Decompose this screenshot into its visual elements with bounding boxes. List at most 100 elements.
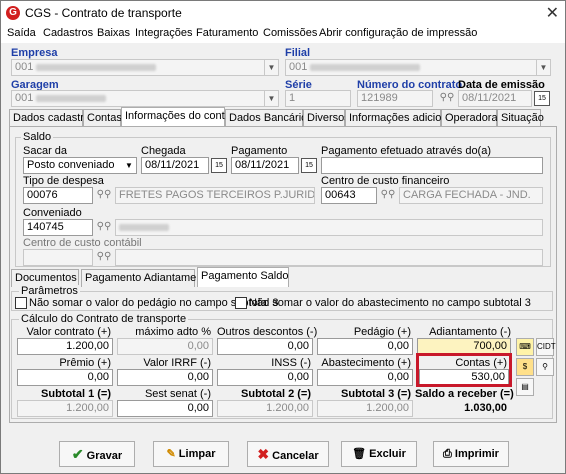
menu-integracoes[interactable]: Integrações: [135, 27, 192, 39]
menu-abrir-config[interactable]: Abrir configuração de impressão: [319, 27, 477, 39]
pagamento-label: Pagamento: [231, 145, 288, 157]
valor-irrf-label: Valor IRRF (-): [143, 357, 211, 369]
gravar-button[interactable]: ✔ Gravar: [59, 441, 135, 467]
calculator-icon[interactable]: ⌨: [516, 338, 534, 356]
chevron-down-icon[interactable]: ▼: [264, 60, 278, 75]
calendar-icon[interactable]: 15: [534, 91, 550, 106]
pedagio-label: Pedágio (+): [353, 326, 411, 338]
saldo-receber-label: Saldo a receber (=): [415, 388, 514, 400]
subtab-pagamento-adiantamento[interactable]: Pagamento Adiantamento: [81, 269, 212, 287]
centro-fin-code[interactable]: 00643: [321, 187, 377, 204]
outros-descontos-label: Outros descontos (-): [217, 326, 318, 338]
centro-contabil-label: Centro de custo contábil: [23, 237, 142, 249]
tipo-despesa-code[interactable]: 00076: [23, 187, 93, 204]
tab-informacoes-adicionais[interactable]: Informações adicionais: [345, 109, 462, 127]
tipo-despesa-desc: FRETES PAGOS TERCEIROS P.JURIDICA: [115, 187, 315, 204]
subtab-pagamento-saldo[interactable]: Pagamento Saldo: [197, 267, 289, 287]
conveniado-label: Conveniado: [23, 207, 82, 219]
maximo-adto-input: 0,00: [117, 338, 213, 355]
binoculars-icon[interactable]: ⚲⚲: [95, 187, 113, 204]
menu-saida[interactable]: Saída: [7, 27, 36, 39]
premio-input[interactable]: 0,00: [17, 369, 113, 386]
empresa-select[interactable]: 001 ▼: [11, 59, 279, 76]
chevron-down-icon[interactable]: ▼: [122, 158, 136, 173]
valor-contrato-input[interactable]: 1.200,00: [17, 338, 113, 355]
imprimir-button[interactable]: ⎙ Imprimir: [433, 441, 509, 467]
trash-icon: 🗑: [352, 448, 367, 460]
chevron-down-icon[interactable]: ▼: [264, 91, 278, 106]
menu-cadastros[interactable]: Cadastros: [43, 27, 93, 39]
chegada-label: Chegada: [141, 145, 186, 157]
maximo-adto-label: máximo adto %: [135, 326, 211, 338]
numero-contrato-input[interactable]: 121989: [357, 90, 433, 107]
centro-contabil-desc: [115, 249, 543, 266]
valor-contrato-label: Valor contrato (+): [26, 326, 111, 338]
parametros-label: Parâmetros: [19, 285, 80, 297]
tab-dados-bancarios[interactable]: Dados Bancários: [225, 109, 313, 127]
nao-somar-abastecimento-label: Não somar o valor do abastecimento no ca…: [249, 297, 531, 309]
conveniado-code[interactable]: 140745: [23, 219, 93, 236]
inss-input[interactable]: 0,00: [217, 369, 313, 386]
serie-input[interactable]: 1: [285, 90, 351, 107]
cash-icon[interactable]: $: [516, 358, 534, 376]
sest-senat-input[interactable]: 0,00: [117, 400, 213, 417]
calendar-icon[interactable]: 15: [211, 158, 227, 173]
empresa-label: Empresa: [11, 47, 58, 59]
check-icon: ✔: [71, 446, 84, 462]
pag-efetuado-input[interactable]: [321, 157, 543, 174]
cidt-icon[interactable]: CIDT: [536, 338, 556, 356]
app-logo-icon: G: [6, 6, 20, 20]
window-title: CGS - Contrato de transporte: [25, 6, 182, 20]
tab-contas[interactable]: Contas: [83, 109, 122, 127]
abastecimento-input[interactable]: 0,00: [317, 369, 413, 386]
filial-label: Filial: [285, 47, 311, 59]
data-emissao-input[interactable]: 08/11/2021: [458, 90, 532, 107]
pedagio-input[interactable]: 0,00: [317, 338, 413, 355]
tab-operadoras[interactable]: Operadoras: [441, 109, 503, 127]
tab-situacao[interactable]: Situação: [497, 109, 544, 127]
valor-irrf-input[interactable]: 0,00: [117, 369, 213, 386]
binoculars-icon[interactable]: ⚲⚲: [379, 187, 397, 204]
magnifier-icon[interactable]: ⚲: [536, 358, 554, 376]
subtotal3-input: 1.200,00: [317, 400, 413, 417]
abastecimento-label: Abastecimento (+): [321, 357, 411, 369]
nao-somar-abastecimento-checkbox[interactable]: [235, 297, 247, 309]
binoculars-icon[interactable]: ⚲⚲: [95, 249, 113, 266]
menu-faturamento[interactable]: Faturamento: [196, 27, 258, 39]
menu-baixas[interactable]: Baixas: [97, 27, 130, 39]
app-window: G CGS - Contrato de transporte ✕ Saída C…: [0, 0, 566, 474]
centro-fin-label: Centro de custo financeiro: [321, 175, 450, 187]
calculo-label: Cálculo do Contrato de transporte: [19, 313, 189, 325]
sest-senat-label: Sest senat (-): [144, 388, 211, 400]
binoculars-icon[interactable]: ⚲⚲: [95, 219, 113, 236]
tipo-despesa-label: Tipo de despesa: [23, 175, 104, 187]
tab-diversos[interactable]: Diversos: [303, 109, 350, 127]
nao-somar-pedagio-checkbox[interactable]: [15, 297, 27, 309]
adiantamento-label: Adiantamento (-): [429, 326, 511, 338]
conveniado-desc: [115, 219, 543, 236]
sacar-select[interactable]: Posto conveniado ▼: [23, 157, 137, 174]
excluir-button[interactable]: 🗑 Excluir: [341, 441, 417, 467]
x-icon: ✖: [257, 446, 270, 462]
cancelar-button[interactable]: ✖ Cancelar: [247, 441, 329, 467]
inss-label: INSS (-): [271, 357, 311, 369]
tab-informacoes-contrato[interactable]: Informações do contrato: [121, 107, 244, 127]
contas-highlight: [416, 353, 512, 387]
garagem-select[interactable]: 001 ▼: [11, 90, 279, 107]
outros-descontos-input[interactable]: 0,00: [217, 338, 313, 355]
documents-icon[interactable]: ▤: [516, 378, 534, 396]
saldo-receber-value: 1.030,00: [417, 400, 511, 417]
centro-contabil-code[interactable]: [23, 249, 93, 266]
chevron-down-icon[interactable]: ▼: [536, 60, 550, 75]
pagamento-input[interactable]: 08/11/2021: [231, 157, 299, 174]
subtotal2-input: 1.200,00: [217, 400, 313, 417]
tab-dados-cadastrais[interactable]: Dados cadastrais: [9, 109, 98, 127]
close-icon[interactable]: ✕: [546, 3, 559, 23]
centro-fin-desc: CARGA FECHADA - JND.: [399, 187, 543, 204]
limpar-button[interactable]: ✎ Limpar: [153, 441, 229, 467]
menu-comissoes[interactable]: Comissões: [263, 27, 317, 39]
calendar-icon[interactable]: 15: [301, 158, 317, 173]
filial-select[interactable]: 001 ▼: [285, 59, 551, 76]
chegada-input[interactable]: 08/11/2021: [141, 157, 209, 174]
binoculars-icon[interactable]: ⚲⚲: [438, 90, 456, 107]
